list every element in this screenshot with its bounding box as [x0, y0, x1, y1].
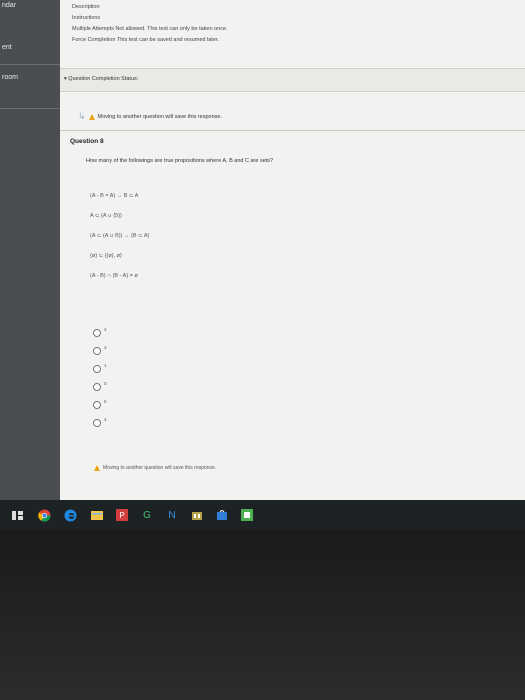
radio-button[interactable] — [93, 365, 101, 373]
file-explorer-icon[interactable] — [90, 508, 104, 522]
test-content: Description Instructions Multiple Attemp… — [60, 0, 525, 500]
sidebar-divider — [0, 64, 60, 65]
left-sidebar: ndar ent room — [0, 0, 61, 500]
answer-option[interactable]: 0 — [93, 381, 107, 399]
taskbar: P G N — [0, 500, 525, 530]
warning-text: Moving to another question will save thi… — [97, 113, 222, 120]
sidebar-item-calendar[interactable]: ndar — [2, 2, 16, 9]
monitor-bezel — [0, 530, 525, 700]
proposition-item: {ø} ⊂ {{ø}, ø} — [90, 253, 122, 259]
answer-options: 2 3 1 0 5 4 — [93, 327, 107, 435]
proposition-item: (A - B) ∩ (B - A) = ø — [90, 273, 138, 279]
bottom-warning: Moving to another question will save thi… — [94, 465, 216, 471]
completion-status-label[interactable]: ▾ Question Completion Status: — [64, 76, 138, 82]
proposition-item: (A - B = A) → B ⊂ A — [90, 193, 139, 199]
option-label: 3 — [104, 345, 107, 350]
sidebar-divider — [0, 108, 60, 109]
n-icon[interactable]: N — [165, 508, 179, 522]
answer-option[interactable]: 1 — [93, 363, 107, 381]
description-label: Description — [72, 4, 100, 10]
question-label: Question 8 — [70, 138, 104, 145]
word-icon[interactable]: P — [115, 508, 129, 522]
answer-option[interactable]: 4 — [93, 417, 107, 435]
divider — [60, 130, 525, 131]
warning-icon — [88, 113, 95, 120]
green-app-icon[interactable] — [240, 508, 254, 522]
radio-button[interactable] — [93, 419, 101, 427]
question-completion-status[interactable]: ▾ Question Completion Status: — [60, 68, 525, 92]
radio-button[interactable] — [93, 329, 101, 337]
task-view-icon[interactable] — [10, 508, 24, 522]
question-text: How many of the followings are true prop… — [86, 158, 274, 164]
force-completion-text: Force Completion This test can be saved … — [72, 37, 219, 43]
top-warning: ↳ Moving to another question will save t… — [78, 112, 222, 121]
option-label: 2 — [104, 327, 107, 332]
answer-option[interactable]: 3 — [93, 345, 107, 363]
warning-icon — [94, 465, 100, 471]
proposition-item: A ⊂ (A ∪ {5}) — [90, 213, 122, 219]
test-info: Description Instructions Multiple Attemp… — [72, 2, 228, 46]
sidebar-item-content[interactable]: ent — [2, 44, 12, 51]
sidebar-item-room[interactable]: room — [2, 74, 18, 81]
option-label: 4 — [104, 417, 107, 422]
return-arrow-icon: ↳ — [78, 111, 86, 121]
instructions-label: Instructions — [72, 15, 101, 21]
option-label: 5 — [104, 399, 107, 404]
chrome-icon[interactable] — [37, 508, 51, 522]
option-label: 0 — [104, 381, 107, 386]
answer-option[interactable]: 5 — [93, 399, 107, 417]
g-icon[interactable]: G — [140, 508, 154, 522]
propositions-list: (A - B = A) → B ⊂ A A ⊂ (A ∪ {5}) (A ⊂ (… — [90, 193, 149, 293]
edge-icon[interactable] — [63, 508, 77, 522]
multiple-attempts-text: Multiple Attempts Not allowed. This test… — [72, 26, 228, 32]
answer-option[interactable]: 2 — [93, 327, 107, 345]
proposition-item: (A ⊂ (A ∪ B)) → (B ⊂ A) — [90, 233, 150, 239]
app-icon[interactable] — [190, 508, 204, 522]
store-icon[interactable] — [215, 508, 229, 522]
warning-text: Moving to another question will save thi… — [103, 465, 217, 471]
option-label: 1 — [104, 363, 107, 368]
radio-button[interactable] — [93, 347, 101, 355]
svg-text:P: P — [119, 511, 124, 520]
radio-button[interactable] — [93, 401, 101, 409]
radio-button[interactable] — [93, 383, 101, 391]
